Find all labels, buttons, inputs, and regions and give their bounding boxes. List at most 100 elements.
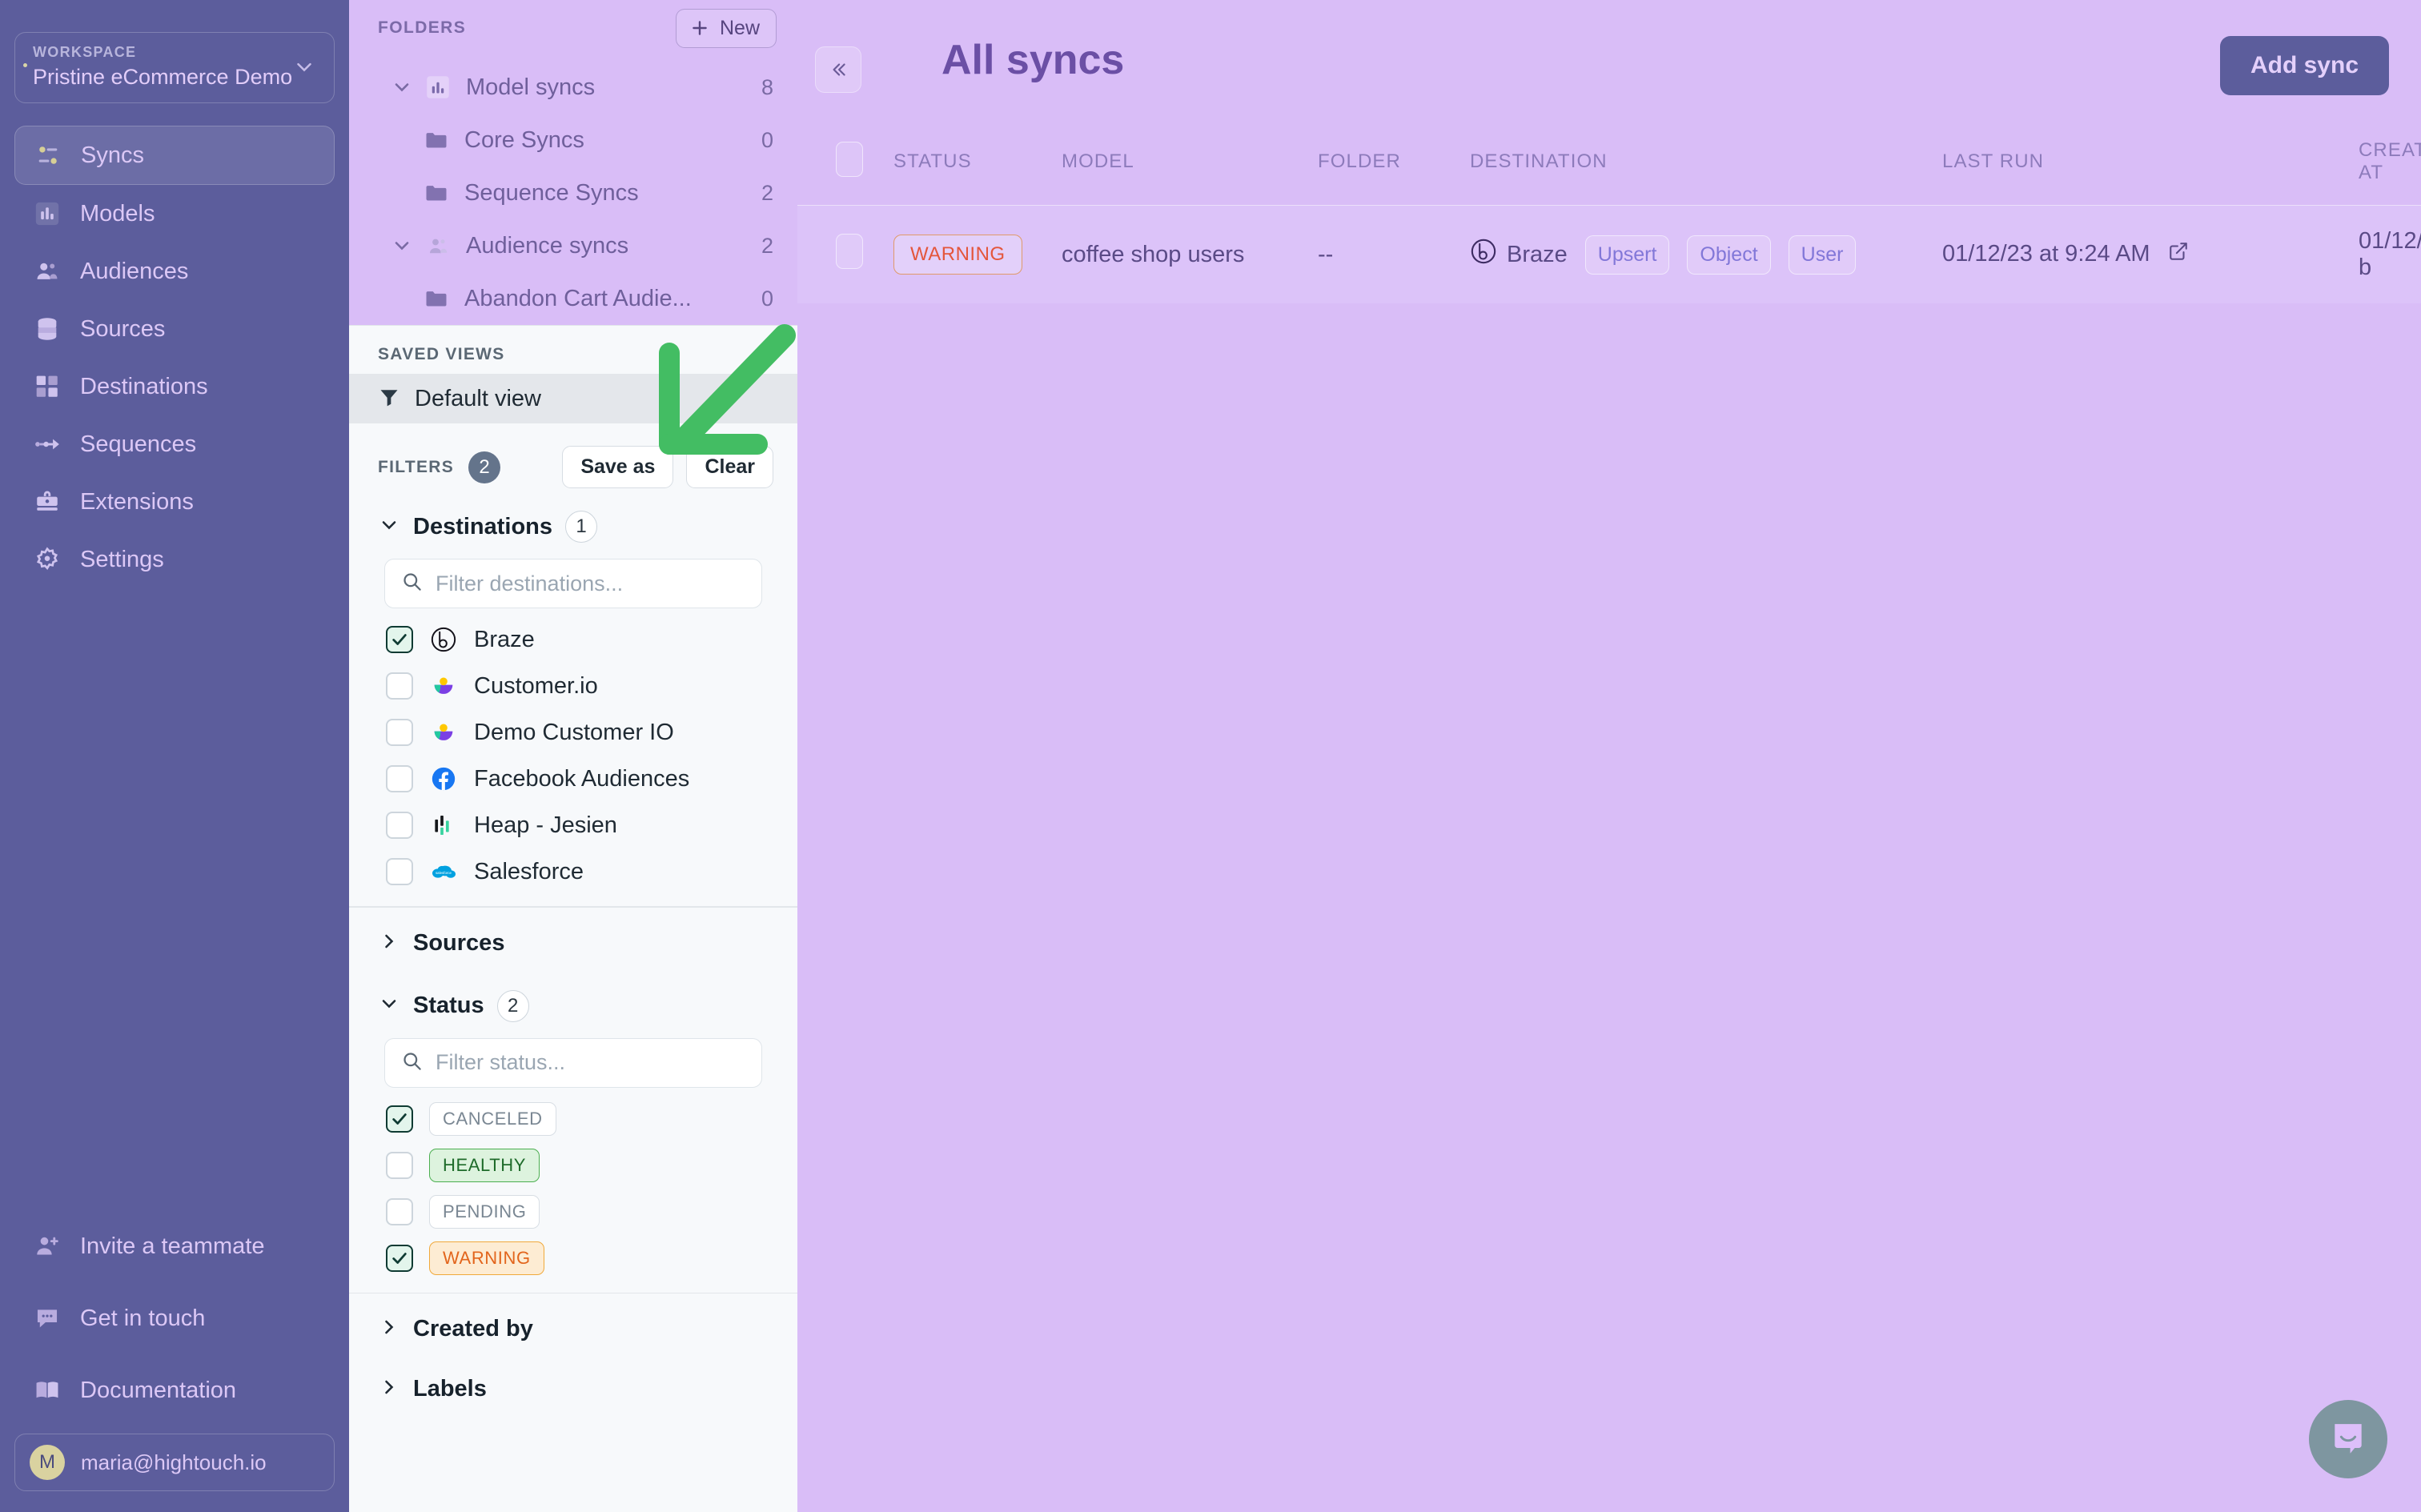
- column-header-model[interactable]: MODEL: [1062, 128, 1318, 206]
- checkbox[interactable]: [386, 1197, 413, 1225]
- sync-mode-tag: Upsert: [1584, 235, 1670, 275]
- destination-option-demo-customer-io[interactable]: Demo Customer IO: [349, 709, 797, 756]
- add-sync-button[interactable]: Add sync: [2219, 36, 2389, 95]
- checkbox[interactable]: [386, 626, 413, 653]
- folder-row-abandon-cart-audiences[interactable]: Abandon Cart Audie... 0: [349, 272, 797, 325]
- search-input[interactable]: [436, 571, 745, 596]
- workspace-switcher[interactable]: WORKSPACE Pristine eCommerce Demo: [14, 32, 335, 103]
- intercom-chat-button[interactable]: [2309, 1400, 2387, 1478]
- filter-section-name: Created by: [413, 1316, 533, 1342]
- new-folder-button[interactable]: New: [675, 8, 777, 48]
- status-option-warning[interactable]: WARNING: [349, 1235, 797, 1281]
- sidebar-item-label: Sequences: [80, 431, 197, 457]
- filter-section-header-destinations[interactable]: Destinations 1: [349, 496, 797, 554]
- workspace-label: WORKSPACE: [33, 44, 137, 60]
- sources-icon: [32, 314, 62, 344]
- status-option-canceled[interactable]: CANCELED: [349, 1096, 797, 1142]
- filter-section-header-created-by[interactable]: Created by: [349, 1301, 797, 1354]
- destination-option-customerio[interactable]: Customer.io: [349, 663, 797, 709]
- sidebar-item-extensions[interactable]: Extensions: [14, 473, 335, 531]
- filter-section-count: 2: [496, 989, 529, 1022]
- checkbox[interactable]: [386, 672, 413, 700]
- sidebar-item-models[interactable]: Models: [14, 185, 335, 243]
- folder-row-audience-syncs[interactable]: Audience syncs 2: [349, 219, 797, 272]
- customerio-logo: [429, 718, 458, 747]
- saved-view-default[interactable]: Default view: [349, 374, 797, 423]
- sidebar-item-destinations[interactable]: Destinations: [14, 358, 335, 415]
- row-select-cell: [797, 206, 893, 304]
- column-header-destination[interactable]: DESTINATION: [1470, 128, 1942, 206]
- chevron-right-icon: [378, 1316, 400, 1342]
- sidebar-item-sources[interactable]: Sources: [14, 300, 335, 358]
- folder-row-model-syncs[interactable]: Model syncs 8: [349, 61, 797, 114]
- folder-row-core-syncs[interactable]: Core Syncs 0: [349, 114, 797, 166]
- sidebar-item-settings[interactable]: Settings: [14, 531, 335, 588]
- filter-section-header-status[interactable]: Status 2: [349, 976, 797, 1033]
- sidebar-item-label: Get in touch: [80, 1305, 206, 1331]
- select-all-checkbox[interactable]: [836, 141, 863, 177]
- column-header-folder[interactable]: FOLDER: [1318, 128, 1470, 206]
- row-checkbox[interactable]: [836, 234, 863, 269]
- user-account-button[interactable]: M maria@hightouch.io: [14, 1434, 335, 1491]
- chevron-down-icon: [292, 54, 316, 82]
- heap-logo: [429, 811, 458, 840]
- destinations-search-box[interactable]: [384, 559, 762, 608]
- status-option-pending[interactable]: PENDING: [349, 1189, 797, 1235]
- book-icon: [32, 1375, 62, 1406]
- column-header-status[interactable]: STATUS: [893, 128, 1062, 206]
- folder-count: 8: [761, 74, 773, 99]
- sequences-icon: [32, 429, 62, 459]
- filter-section-header-labels[interactable]: Labels: [349, 1362, 797, 1414]
- chevron-down-icon[interactable]: [384, 76, 420, 98]
- plus-icon: [693, 21, 707, 35]
- folder-tree: Model syncs 8 Core Syncs 0 Sequence Sync…: [349, 46, 797, 325]
- column-header-created-at[interactable]: CREATED AT: [2359, 128, 2421, 206]
- folder-label: Abandon Cart Audie...: [464, 285, 692, 311]
- filter-section-header-sources[interactable]: Sources: [349, 916, 797, 968]
- destination-option-salesforce[interactable]: salesforce Salesforce: [349, 848, 797, 895]
- select-all-header: [797, 128, 893, 206]
- filter-section-name: Destinations: [413, 513, 553, 539]
- checkbox[interactable]: [386, 1105, 413, 1133]
- sidebar-item-audiences[interactable]: Audiences: [14, 243, 335, 300]
- main-content: All syncs Add sync STATUS MODEL FOLDER D…: [797, 0, 2421, 1512]
- sidebar-item-invite-teammate[interactable]: Invite a teammate: [14, 1217, 335, 1275]
- checkbox[interactable]: [386, 765, 413, 792]
- column-header-last-run[interactable]: LAST RUN: [1942, 128, 2359, 206]
- cell-created-at: 01/12/23 b: [2359, 228, 2421, 280]
- sidebar-item-label: Settings: [80, 546, 164, 572]
- last-run-value: 01/12/23 at 9:24 AM: [1942, 240, 2150, 267]
- folder-icon: [418, 128, 455, 152]
- intercom-chat-icon: [2327, 1417, 2369, 1462]
- external-link-icon[interactable]: [2168, 242, 2189, 267]
- sidebar-item-syncs[interactable]: Syncs: [14, 126, 335, 185]
- checkbox[interactable]: [386, 1151, 413, 1179]
- sidebar-item-label: Documentation: [80, 1377, 237, 1403]
- checkbox[interactable]: [386, 858, 413, 885]
- sidebar-item-sequences[interactable]: Sequences: [14, 415, 335, 473]
- clear-filters-button[interactable]: Clear: [686, 446, 773, 488]
- search-input[interactable]: [436, 1050, 745, 1075]
- status-search-box[interactable]: [384, 1037, 762, 1088]
- sidebar-item-get-in-touch[interactable]: Get in touch: [14, 1289, 335, 1347]
- sidebar-item-label: Audiences: [80, 258, 189, 284]
- folder-count: 2: [761, 180, 773, 205]
- folder-row-sequence-syncs[interactable]: Sequence Syncs 2: [349, 166, 797, 219]
- checkbox[interactable]: [386, 1244, 413, 1272]
- sidebar-item-documentation[interactable]: Documentation: [14, 1362, 335, 1419]
- option-label: Facebook Audiences: [474, 765, 690, 792]
- destination-option-heap-jesien[interactable]: Heap - Jesien: [349, 802, 797, 848]
- sidebar-item-label: Invite a teammate: [80, 1233, 265, 1259]
- checkbox[interactable]: [386, 812, 413, 839]
- collapse-panel-button[interactable]: [815, 46, 861, 93]
- save-as-button[interactable]: Save as: [562, 446, 674, 488]
- sidebar-item-label: Models: [80, 200, 155, 227]
- syncs-table: STATUS MODEL FOLDER DESTINATION LAST RUN…: [797, 128, 2421, 303]
- table-row[interactable]: WARNING coffee shop users -- Braze Upser…: [797, 205, 2421, 304]
- destination-option-braze[interactable]: Braze: [349, 616, 797, 663]
- destination-option-facebook-audiences[interactable]: Facebook Audiences: [349, 756, 797, 802]
- chevron-down-icon[interactable]: [384, 235, 420, 257]
- checkbox[interactable]: [386, 719, 413, 746]
- chevron-down-icon: [378, 514, 400, 540]
- status-option-healthy[interactable]: HEALTHY: [349, 1142, 797, 1189]
